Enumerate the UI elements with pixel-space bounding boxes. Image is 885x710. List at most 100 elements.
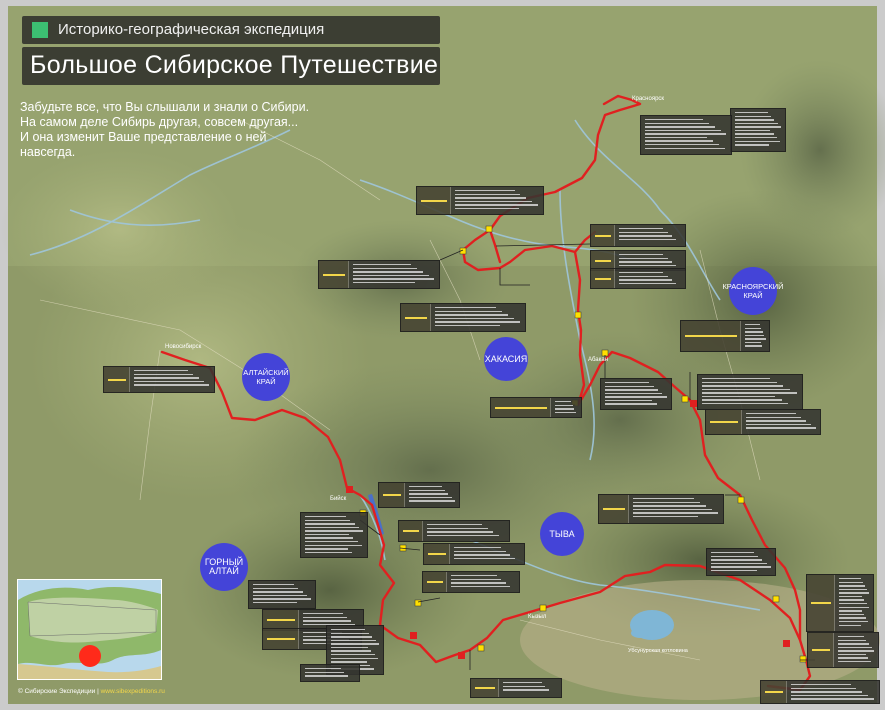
text-line <box>503 685 546 687</box>
stop-name-swatch <box>471 679 499 697</box>
stop-info-box <box>640 115 732 155</box>
stop-description-lines <box>305 668 356 679</box>
stop-description-lines <box>454 547 521 561</box>
text-line <box>605 382 650 384</box>
stop-description-lines <box>555 401 578 415</box>
stop-description-lines <box>435 307 522 328</box>
text-line <box>839 624 861 626</box>
text-line <box>455 190 515 192</box>
text-line <box>409 496 452 499</box>
text-line <box>619 254 664 256</box>
text-line <box>427 524 483 526</box>
text-line <box>305 541 358 543</box>
stop-name-swatch <box>263 629 299 649</box>
stop-info-box <box>300 664 360 682</box>
text-line <box>555 404 573 406</box>
stop-name-bar <box>811 649 830 651</box>
text-line <box>427 534 499 537</box>
stop-name-swatch <box>319 261 349 288</box>
text-line <box>711 566 771 568</box>
stop-name-bar <box>107 378 126 381</box>
text-line <box>839 620 869 623</box>
text-line <box>645 140 714 142</box>
text-line <box>303 616 347 618</box>
text-line <box>435 310 502 312</box>
text-line <box>791 684 851 686</box>
text-line <box>791 698 875 700</box>
text-line <box>838 646 872 649</box>
stop-info-box <box>807 632 879 668</box>
text-line <box>839 592 870 594</box>
stop-info-box <box>705 409 821 435</box>
text-line <box>331 646 368 649</box>
text-line <box>331 650 372 652</box>
text-line <box>454 550 506 552</box>
stop-name-bar <box>474 687 495 689</box>
text-line <box>305 533 350 536</box>
stop-name-bar <box>494 406 547 409</box>
stop-name-bar <box>684 335 737 337</box>
text-line <box>839 595 863 598</box>
text-line <box>409 486 442 488</box>
text-line <box>735 140 781 143</box>
text-line <box>435 317 515 320</box>
text-line <box>305 671 345 673</box>
stop-name-swatch <box>491 398 551 417</box>
text-line <box>619 272 664 274</box>
stop-name-swatch <box>761 681 787 703</box>
stop-description-lines <box>619 228 682 242</box>
stop-name-bar <box>382 494 401 496</box>
text-line <box>555 408 575 410</box>
stop-info-box <box>400 303 526 332</box>
stop-description-lines <box>746 413 817 431</box>
stop-info-box <box>318 260 440 289</box>
stop-name-bar <box>764 691 783 693</box>
text-line <box>253 594 307 597</box>
expedition-subtitle-banner: Историко-географическая экспедиция <box>22 16 440 44</box>
city-abakan: Абакан <box>588 357 609 363</box>
stop-name-bar <box>266 619 295 621</box>
text-line <box>711 555 758 557</box>
text-line <box>451 575 497 577</box>
stop-description-lines <box>409 486 456 504</box>
city-kyzyl: Кызыл <box>528 614 547 620</box>
text-line <box>745 334 765 337</box>
stop-description-lines <box>451 575 516 589</box>
text-line <box>451 585 511 588</box>
stop-info-box <box>680 320 770 352</box>
text-line <box>839 588 868 591</box>
text-line <box>435 324 501 327</box>
text-line <box>745 331 763 333</box>
text-line <box>253 587 299 589</box>
text-line <box>435 307 496 309</box>
stop-name-bar <box>810 602 831 604</box>
text-line <box>305 519 351 521</box>
text-line <box>735 137 777 139</box>
text-line <box>791 687 857 689</box>
text-line <box>645 144 719 146</box>
text-line <box>305 526 359 529</box>
stop-description-lines <box>619 254 682 268</box>
text-line <box>305 523 355 525</box>
text-line <box>735 133 774 135</box>
text-line <box>605 399 653 402</box>
text-line <box>605 403 657 405</box>
text-line <box>745 338 766 340</box>
stop-name-swatch <box>417 187 451 214</box>
text-line <box>735 144 770 146</box>
stop-info-box <box>103 366 215 393</box>
website-link[interactable]: www.sibexpeditions.ru <box>101 688 165 695</box>
text-line <box>353 271 423 273</box>
text-line <box>702 378 770 380</box>
stop-name-bar <box>709 421 738 423</box>
text-line <box>134 377 199 379</box>
text-line <box>645 126 715 128</box>
text-line <box>702 392 798 394</box>
stop-name-swatch <box>591 225 615 246</box>
stop-info-box <box>760 680 880 704</box>
text-line <box>409 500 456 502</box>
text-line <box>645 119 704 121</box>
stop-description-lines <box>353 264 436 285</box>
text-line <box>455 207 519 210</box>
text-line <box>838 661 871 663</box>
